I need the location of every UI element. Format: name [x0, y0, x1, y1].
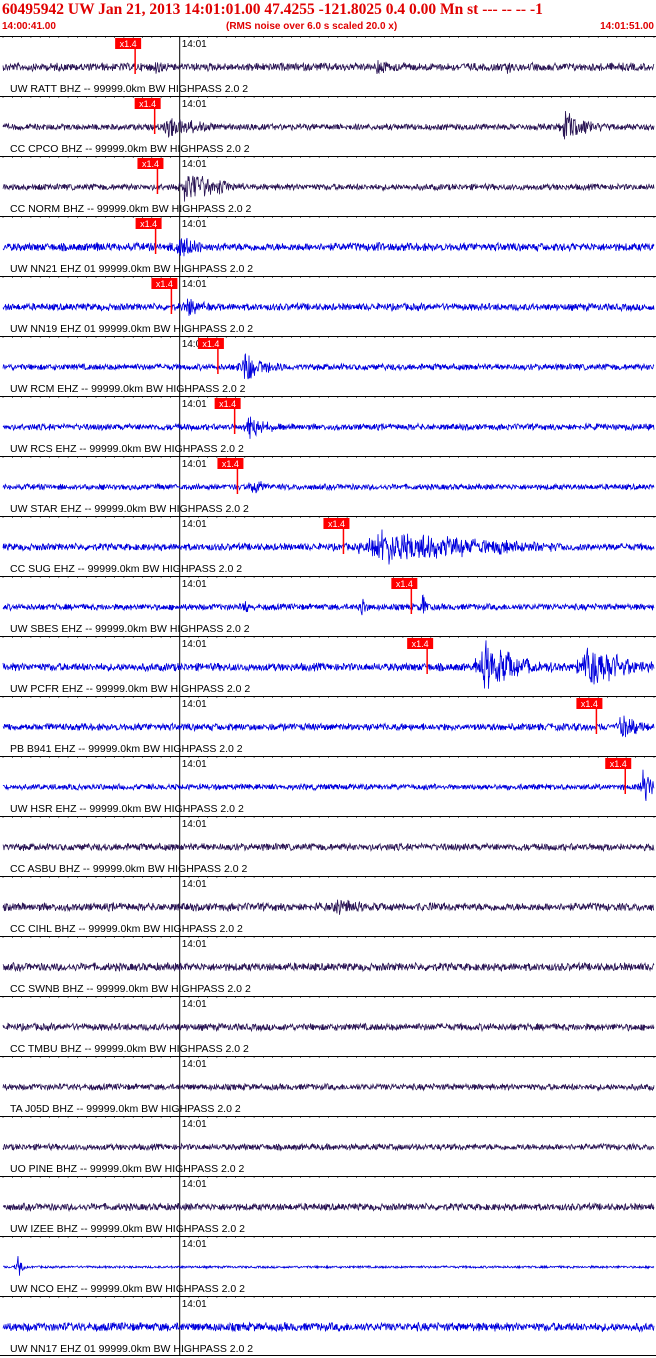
station-label: CC SWNB BHZ -- 99999.0km BW HIGHPASS 2.0…	[10, 983, 251, 995]
station-label: UW HSR EHZ -- 99999.0km BW HIGHPASS 2.0 …	[10, 803, 244, 815]
minute-tick-label: 14:01	[182, 99, 207, 110]
minute-tick-label: 14:01	[182, 279, 207, 290]
minute-tick-label: 14:01	[182, 759, 207, 770]
event-title: 60495942 UW Jan 21, 2013 14:01:01.00 47.…	[2, 1, 543, 18]
waveform-trace	[2, 1201, 655, 1213]
station-label: UW RATT BHZ -- 99999.0km BW HIGHPASS 2.0…	[10, 83, 248, 95]
pick-label: x1.4	[581, 699, 598, 709]
station-label: TA J05D BHZ -- 99999.0km BW HIGHPASS 2.0…	[10, 1103, 241, 1115]
waveform-trace	[2, 769, 655, 801]
station-label: UW NN19 EHZ 01 99999.0km BW HIGHPASS 2.0…	[10, 323, 253, 335]
station-label: UW NCO EHZ -- 99999.0km BW HIGHPASS 2.0 …	[10, 1283, 245, 1295]
pick-label: x1.4	[142, 159, 159, 169]
station-label: UW NN17 EHZ 01 99999.0km BW HIGHPASS 2.0…	[10, 1343, 253, 1355]
waveform-trace	[3, 1256, 655, 1276]
station-label: CC ASBU BHZ -- 99999.0km BW HIGHPASS 2.0…	[10, 863, 247, 875]
waveform-trace	[2, 640, 655, 689]
minute-tick-label: 14:01	[182, 399, 207, 410]
minute-tick-label: 14:01	[182, 819, 207, 830]
minute-tick-label: 14:01	[182, 459, 207, 470]
waveform-trace	[2, 175, 655, 202]
station-label: UW STAR EHZ -- 99999.0km BW HIGHPASS 2.0…	[10, 503, 249, 515]
plot-header: 60495942 UW Jan 21, 2013 14:01:01.00 47.…	[0, 0, 656, 36]
waveform-trace	[2, 1142, 655, 1152]
pick-label: x1.4	[328, 519, 345, 529]
station-label: CC CIHL BHZ -- 99999.0km BW HIGHPASS 2.0…	[10, 923, 243, 935]
pick-label: x1.4	[219, 399, 236, 409]
pick-label: x1.4	[202, 339, 219, 349]
station-label: CC TMBU BHZ -- 99999.0km BW HIGHPASS 2.0…	[10, 1043, 249, 1055]
minute-tick-label: 14:01	[182, 1179, 207, 1190]
waveform-trace	[2, 60, 655, 75]
waveform-trace	[2, 237, 655, 257]
station-label: CC SUG EHZ -- 99999.0km BW HIGHPASS 2.0 …	[10, 563, 242, 575]
waveform-trace	[2, 715, 655, 738]
station-label: UW SBES EHZ -- 99999.0km BW HIGHPASS 2.0…	[10, 623, 250, 635]
pick-label: x1.4	[139, 99, 156, 109]
minute-tick-label: 14:01	[182, 1239, 207, 1250]
station-label: PB B941 EHZ -- 99999.0km BW HIGHPASS 2.0…	[10, 743, 243, 755]
waveform-trace	[2, 961, 655, 973]
minute-tick-label: 14:01	[182, 879, 207, 890]
station-label: UO PINE BHZ -- 99999.0km BW HIGHPASS 2.0…	[10, 1163, 245, 1175]
station-label: UW IZEE BHZ -- 99999.0km BW HIGHPASS 2.0…	[10, 1223, 245, 1235]
minute-tick-label: 14:01	[182, 939, 207, 950]
station-label: UW RCS EHZ -- 99999.0km BW HIGHPASS 2.0 …	[10, 443, 244, 455]
waveform-trace	[2, 481, 655, 494]
pick-label: x1.4	[140, 219, 157, 229]
minute-tick-label: 14:01	[182, 1299, 207, 1310]
minute-tick-label: 14:01	[182, 219, 207, 230]
minute-tick-label: 14:01	[182, 519, 207, 530]
station-label: UW NN21 EHZ 01 99999.0km BW HIGHPASS 2.0…	[10, 263, 253, 275]
waveform-trace	[2, 594, 655, 616]
station-label: CC CPCO BHZ -- 99999.0km BW HIGHPASS 2.0…	[10, 143, 250, 155]
waveform-trace	[2, 529, 655, 565]
waveform-trace	[2, 899, 655, 915]
waveform-trace	[2, 298, 655, 316]
station-label: CC NORM BHZ -- 99999.0km BW HIGHPASS 2.0…	[10, 203, 252, 215]
minute-tick-label: 14:01	[182, 639, 207, 650]
pick-label: x1.4	[412, 639, 429, 649]
pick-label: x1.4	[120, 39, 137, 49]
station-label: UW PCFR EHZ -- 99999.0km BW HIGHPASS 2.0…	[10, 683, 250, 695]
pick-label: x1.4	[396, 579, 413, 589]
waveform-trace	[2, 1021, 655, 1033]
minute-tick-label: 14:01	[182, 1059, 207, 1070]
minute-tick-label: 14:01	[182, 1119, 207, 1130]
minute-tick-label: 14:01	[182, 159, 207, 170]
pick-label: x1.4	[222, 459, 239, 469]
waveform-trace	[2, 842, 655, 853]
station-label: UW RCM EHZ -- 99999.0km BW HIGHPASS 2.0 …	[10, 383, 246, 395]
waveform-trace	[2, 1321, 655, 1333]
waveform-trace	[2, 1082, 655, 1092]
waveform-trace	[2, 110, 655, 140]
scale-note: (RMS noise over 6.0 s scaled 20.0 x)	[226, 21, 398, 32]
end-time-label: 14:01:51.00	[600, 21, 654, 32]
minute-tick-label: 14:01	[182, 699, 207, 710]
minute-tick-label: 14:01	[182, 999, 207, 1010]
minute-tick-label: 14:01	[182, 39, 207, 50]
start-time-label: 14:00:41.00	[2, 21, 56, 32]
seismogram-plot: 14:01 x1.4 UW RATT BHZ -- 99999.0km BW HIG…	[0, 36, 656, 1356]
waveform-trace	[2, 416, 655, 439]
waveform-trace	[2, 353, 655, 380]
pick-label: x1.4	[156, 279, 173, 289]
pick-label: x1.4	[610, 759, 627, 769]
minute-tick-label: 14:01	[182, 579, 207, 590]
